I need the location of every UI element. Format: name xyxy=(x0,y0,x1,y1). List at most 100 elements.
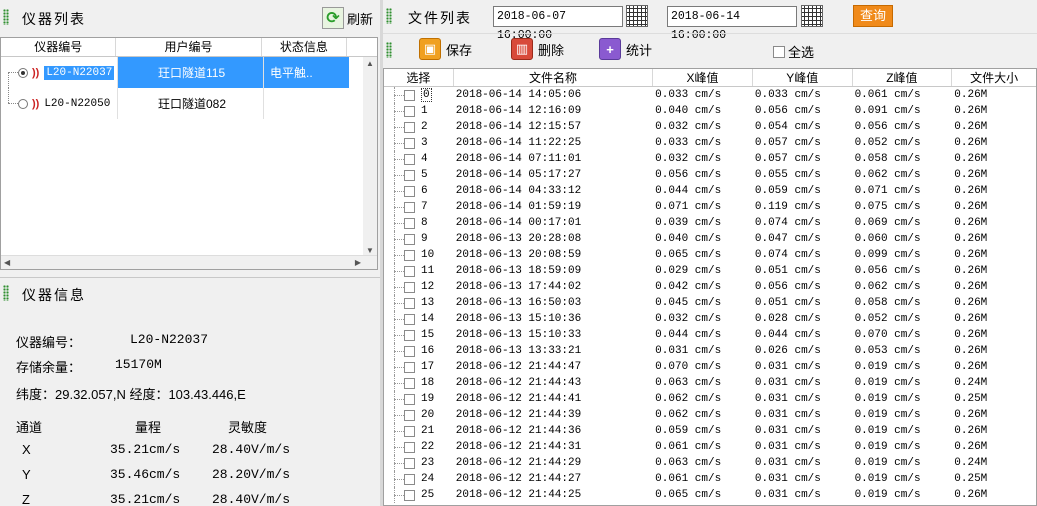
file-row[interactable]: 20 2018-06-12 21:44:39 0.062 cm/s 0.031 cm/… xyxy=(384,407,1036,423)
file-row[interactable]: 15 2018-06-13 15:10:33 0.044 cm/s 0.044 cm/… xyxy=(384,327,1036,343)
row-checkbox[interactable] xyxy=(404,121,415,133)
select-cell[interactable]: 16 xyxy=(384,343,454,359)
select-cell[interactable]: 20 xyxy=(384,407,454,423)
row-checkbox[interactable] xyxy=(404,473,415,485)
file-row[interactable]: 16 2018-06-13 13:33:21 0.031 cm/s 0.026 cm/… xyxy=(384,343,1036,359)
row-checkbox[interactable] xyxy=(404,89,415,101)
select-cell[interactable]: 10 xyxy=(384,247,454,263)
select-cell[interactable]: 18 xyxy=(384,375,454,391)
select-cell[interactable]: 2 xyxy=(384,119,454,135)
select-cell[interactable]: 5 xyxy=(384,167,454,183)
select-all-checkbox[interactable]: 全选 xyxy=(773,42,814,61)
row-checkbox[interactable] xyxy=(404,313,415,325)
row-checkbox[interactable] xyxy=(404,201,415,213)
select-cell[interactable]: 13 xyxy=(384,295,454,311)
file-row[interactable]: 14 2018-06-13 15:10:36 0.032 cm/s 0.028 cm/… xyxy=(384,311,1036,327)
select-cell[interactable]: 25 xyxy=(384,487,454,503)
file-row[interactable]: 10 2018-06-13 20:08:59 0.065 cm/s 0.074 cm/… xyxy=(384,247,1036,263)
vertical-scrollbar[interactable]: ▲ ▼ xyxy=(363,57,377,257)
device-row[interactable]: )) L20-N22050 玨口隧道082 xyxy=(1,88,377,119)
select-cell[interactable]: 1 xyxy=(384,103,454,119)
select-cell[interactable]: 15 xyxy=(384,327,454,343)
stats-button[interactable]: + 统计 xyxy=(599,38,652,60)
select-cell[interactable]: 21 xyxy=(384,423,454,439)
row-checkbox[interactable] xyxy=(404,393,415,405)
select-cell[interactable]: 17 xyxy=(384,359,454,375)
row-checkbox[interactable] xyxy=(404,345,415,357)
file-row[interactable]: 11 2018-06-13 18:59:09 0.029 cm/s 0.051 cm/… xyxy=(384,263,1036,279)
file-row[interactable]: 0 2018-06-14 14:05:06 0.033 cm/s 0.033 cm/s… xyxy=(384,87,1036,103)
select-all-box[interactable] xyxy=(773,45,785,58)
select-cell[interactable]: 14 xyxy=(384,311,454,327)
select-cell[interactable]: 22 xyxy=(384,439,454,455)
row-checkbox[interactable] xyxy=(404,425,415,437)
save-button[interactable]: ▣ 保存 xyxy=(419,38,472,60)
file-row[interactable]: 24 2018-06-12 21:44:27 0.061 cm/s 0.031 cm/… xyxy=(384,471,1036,487)
query-button[interactable]: 查询 xyxy=(853,5,893,27)
scroll-up-icon[interactable]: ▲ xyxy=(366,59,374,68)
row-checkbox[interactable] xyxy=(404,233,415,245)
scroll-down-icon[interactable]: ▼ xyxy=(366,246,374,255)
col-device-id[interactable]: 仪器编号 xyxy=(1,38,117,56)
row-checkbox[interactable] xyxy=(404,169,415,181)
select-cell[interactable]: 7 xyxy=(384,199,454,215)
file-row[interactable]: 1 2018-06-14 12:16:09 0.040 cm/s 0.056 cm/s… xyxy=(384,103,1036,119)
select-cell[interactable]: 19 xyxy=(384,391,454,407)
select-cell[interactable]: 23 xyxy=(384,455,454,471)
delete-button[interactable]: ▥ 删除 xyxy=(511,38,564,60)
file-row[interactable]: 3 2018-06-14 11:22:25 0.033 cm/s 0.057 cm/s… xyxy=(384,135,1036,151)
start-time-input[interactable]: 2018-06-07 16:00:00 xyxy=(493,6,623,42)
file-row[interactable]: 13 2018-06-13 16:50:03 0.045 cm/s 0.051 cm/… xyxy=(384,295,1036,311)
select-cell[interactable]: 11 xyxy=(384,263,454,279)
row-checkbox[interactable] xyxy=(404,105,415,117)
row-checkbox[interactable] xyxy=(404,441,415,453)
row-checkbox[interactable] xyxy=(404,249,415,261)
file-row[interactable]: 18 2018-06-12 21:44:43 0.063 cm/s 0.031 cm/… xyxy=(384,375,1036,391)
row-checkbox[interactable] xyxy=(404,489,415,501)
row-checkbox[interactable] xyxy=(404,281,415,293)
file-row[interactable]: 6 2018-06-14 04:33:12 0.044 cm/s 0.059 cm/s… xyxy=(384,183,1036,199)
row-checkbox[interactable] xyxy=(404,185,415,197)
device-row[interactable]: )) L20-N22037 玨口隧道115 电平触.. xyxy=(1,57,377,88)
file-row[interactable]: 5 2018-06-14 05:17:27 0.056 cm/s 0.055 cm/s… xyxy=(384,167,1036,183)
select-cell[interactable]: 9 xyxy=(384,231,454,247)
col-y-peak[interactable]: Y峰值 xyxy=(753,69,853,86)
col-file-name[interactable]: 文件名称 xyxy=(454,69,654,86)
row-checkbox[interactable] xyxy=(404,329,415,341)
file-row[interactable]: 9 2018-06-13 20:28:08 0.040 cm/s 0.047 cm/s… xyxy=(384,231,1036,247)
col-z-peak[interactable]: Z峰值 xyxy=(853,69,953,86)
row-checkbox[interactable] xyxy=(404,217,415,229)
col-x-peak[interactable]: X峰值 xyxy=(653,69,753,86)
file-row[interactable]: 21 2018-06-12 21:44:36 0.059 cm/s 0.031 cm/… xyxy=(384,423,1036,439)
file-row[interactable]: 22 2018-06-12 21:44:31 0.061 cm/s 0.031 cm/… xyxy=(384,439,1036,455)
file-row[interactable]: 12 2018-06-13 17:44:02 0.042 cm/s 0.056 cm/… xyxy=(384,279,1036,295)
row-checkbox[interactable] xyxy=(404,265,415,277)
col-status[interactable]: 状态信息 xyxy=(262,38,348,56)
device-radio[interactable] xyxy=(18,67,28,78)
select-cell[interactable]: 24 xyxy=(384,471,454,487)
end-calendar-icon[interactable] xyxy=(801,5,823,27)
file-row[interactable]: 17 2018-06-12 21:44:47 0.070 cm/s 0.031 cm/… xyxy=(384,359,1036,375)
col-user-id[interactable]: 用户编号 xyxy=(116,38,262,56)
row-checkbox[interactable] xyxy=(404,457,415,469)
end-time-input[interactable]: 2018-06-14 16:00:00 xyxy=(667,6,797,42)
row-checkbox[interactable] xyxy=(404,377,415,389)
row-checkbox[interactable] xyxy=(404,409,415,421)
file-row[interactable]: 2 2018-06-14 12:15:57 0.032 cm/s 0.054 cm/s… xyxy=(384,119,1036,135)
scroll-right-icon[interactable]: ▶ xyxy=(355,258,361,267)
col-file-size[interactable]: 文件大小 xyxy=(952,69,1036,86)
select-cell[interactable]: 6 xyxy=(384,183,454,199)
file-row[interactable]: 7 2018-06-14 01:59:19 0.071 cm/s 0.119 cm/s… xyxy=(384,199,1036,215)
file-row[interactable]: 23 2018-06-12 21:44:29 0.063 cm/s 0.031 cm/… xyxy=(384,455,1036,471)
select-cell[interactable]: 8 xyxy=(384,215,454,231)
start-calendar-icon[interactable] xyxy=(626,5,648,27)
file-row[interactable]: 8 2018-06-14 00:17:01 0.039 cm/s 0.074 cm/s… xyxy=(384,215,1036,231)
device-cell[interactable]: )) L20-N22050 xyxy=(1,88,117,119)
scroll-left-icon[interactable]: ◀ xyxy=(4,258,10,267)
row-checkbox[interactable] xyxy=(404,137,415,149)
device-radio[interactable] xyxy=(18,98,28,109)
file-row[interactable]: 4 2018-06-14 07:11:01 0.032 cm/s 0.057 cm/s… xyxy=(384,151,1036,167)
select-cell[interactable]: 4 xyxy=(384,151,454,167)
refresh-button[interactable]: ⟳ 刷新 xyxy=(322,5,380,31)
row-checkbox[interactable] xyxy=(404,361,415,373)
